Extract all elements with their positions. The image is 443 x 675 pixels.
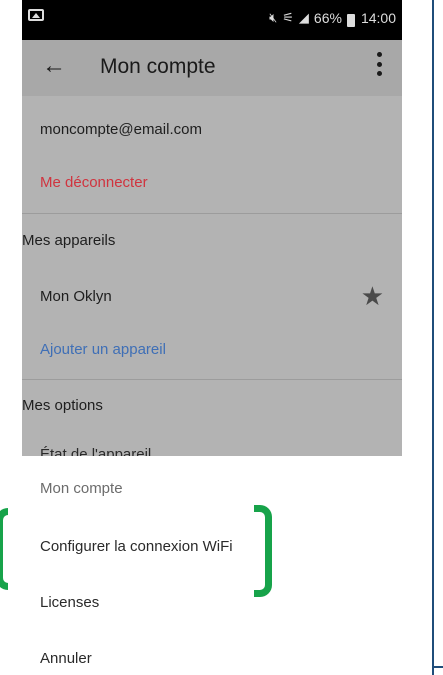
add-device-link[interactable]: Ajouter un appareil xyxy=(40,341,166,358)
section-title-devices: Mes appareils xyxy=(22,232,116,249)
option-item-partial[interactable]: État de l'appareil... xyxy=(40,446,164,456)
signal-icon: ◢ xyxy=(298,10,309,25)
page-title: Mon compte xyxy=(100,55,216,78)
highlight-bracket-left xyxy=(0,508,8,590)
image-icon xyxy=(28,9,44,21)
status-bar: 🔇︎ ⚟ ◢ 66% 14:00 xyxy=(22,0,402,40)
menu-item-cancel[interactable]: Annuler xyxy=(40,650,92,667)
bottom-sheet-menu: Mon compte Configurer la connexion WiFi … xyxy=(22,456,402,675)
divider xyxy=(22,213,402,214)
battery-percent: 66% xyxy=(313,10,342,26)
highlight-bracket-right xyxy=(254,505,272,597)
menu-item-licenses[interactable]: Licenses xyxy=(40,594,99,611)
logout-link[interactable]: Me déconnecter xyxy=(40,174,148,191)
battery-icon xyxy=(346,13,355,27)
frame-border xyxy=(432,0,434,675)
status-time: 14:00 xyxy=(360,10,396,26)
star-icon[interactable]: ★ xyxy=(361,281,384,312)
menu-item-configure-wifi[interactable]: Configurer la connexion WiFi xyxy=(40,538,233,555)
section-title-options: Mes options xyxy=(22,397,103,414)
more-vertical-icon[interactable] xyxy=(376,52,382,76)
frame-border-bottom xyxy=(432,666,443,668)
arrow-left-icon[interactable]: ← xyxy=(42,52,66,80)
sheet-header: Mon compte xyxy=(40,480,123,497)
mute-icon: 🔇︎ xyxy=(269,10,278,25)
phone-screen: 🔇︎ ⚟ ◢ 66% 14:00 ← Mon compte moncompte@… xyxy=(22,0,402,675)
account-email: moncompte@email.com xyxy=(40,121,202,138)
wifi-icon: ⚟ xyxy=(282,10,294,25)
account-content: moncompte@email.com Me déconnecter Mes a… xyxy=(22,96,402,456)
app-bar: ← Mon compte xyxy=(22,40,402,96)
divider xyxy=(22,379,402,380)
device-item-name[interactable]: Mon Oklyn xyxy=(40,288,112,305)
